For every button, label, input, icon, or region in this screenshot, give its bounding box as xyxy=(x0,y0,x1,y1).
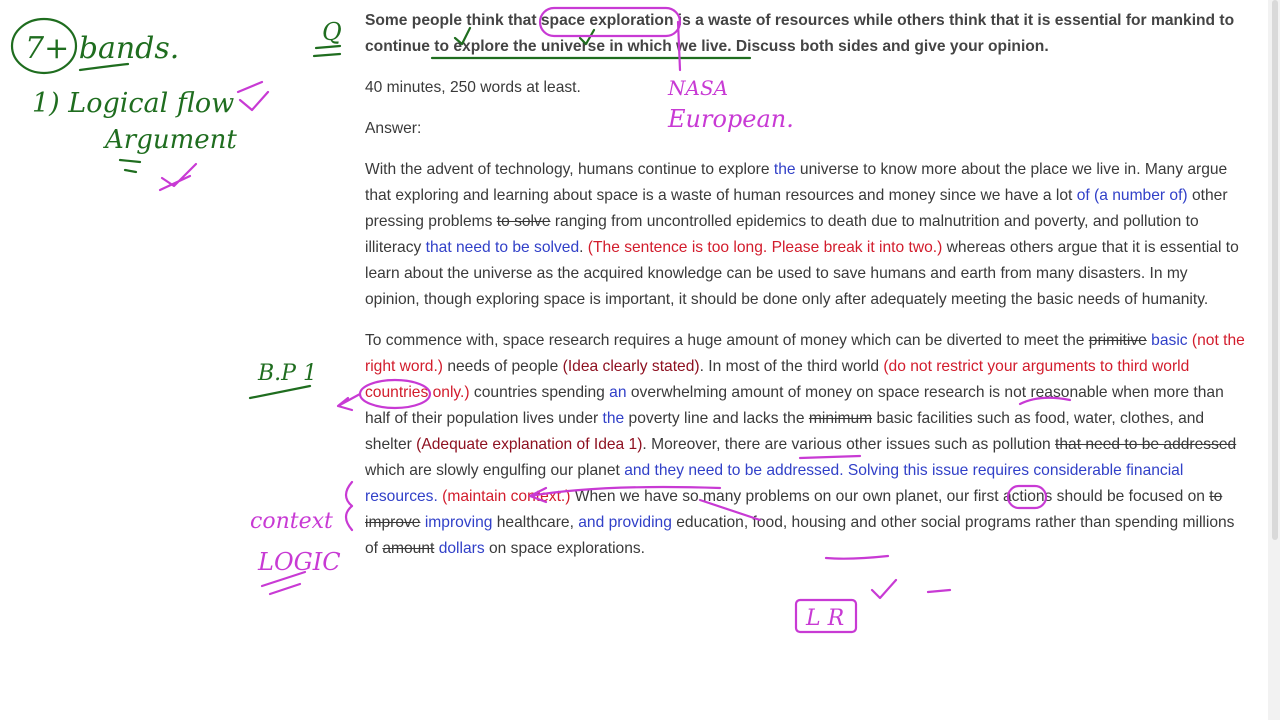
brace-ink xyxy=(344,480,354,532)
pen-annotations-layer: 7+ bands. 1) Logical flow Argument Q B.P… xyxy=(10,6,1072,634)
arrow-icon xyxy=(528,485,722,504)
logical-flow-note: 1) Logical flow xyxy=(32,88,234,119)
arrow-icon xyxy=(336,392,362,412)
q-note: Q xyxy=(322,18,342,46)
underline-ink xyxy=(798,396,1072,460)
circle-ink xyxy=(358,378,432,410)
european-note: European. xyxy=(667,105,794,133)
argument-note: Argument xyxy=(103,125,237,155)
tick-mark-icon xyxy=(236,80,270,112)
context-note: context xyxy=(250,509,333,534)
tick-mark-icon xyxy=(158,162,198,192)
underline-ink xyxy=(248,384,312,400)
tick-ink xyxy=(118,158,142,174)
line-ink xyxy=(676,20,682,72)
circle-ink xyxy=(538,6,682,38)
underline-ink xyxy=(698,498,890,560)
bp1-note: B.P 1 xyxy=(257,361,317,386)
bands-note: 7+ bands. xyxy=(25,31,179,66)
circle-ink xyxy=(1006,484,1048,510)
logic-note: LOGIC xyxy=(257,548,341,576)
underline-ink xyxy=(312,44,342,58)
lr-note: L R xyxy=(805,606,844,631)
tick-mark-icon xyxy=(870,578,952,600)
nasa-note: NASA xyxy=(667,76,728,100)
